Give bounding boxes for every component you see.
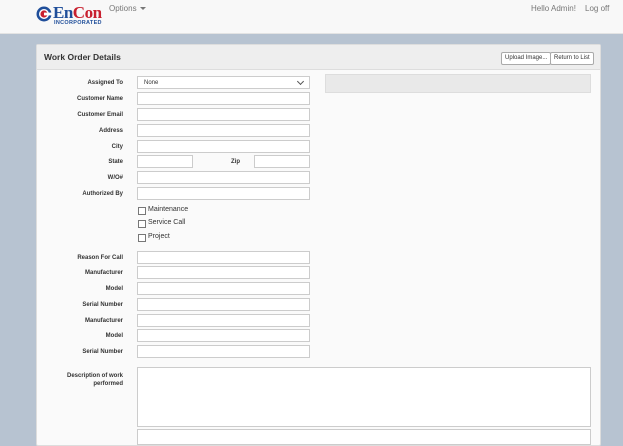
model-label: Model: [105, 286, 123, 292]
options-menu[interactable]: Options: [109, 4, 146, 13]
assigned-to-value: None: [144, 80, 159, 86]
maintenance-checkbox[interactable]: [138, 207, 146, 215]
customer-name-input[interactable]: [137, 92, 310, 105]
image-preview-area: [325, 74, 591, 93]
work-order-panel: Work Order Details Upload Image... Retur…: [36, 44, 601, 446]
upload-image-button[interactable]: Upload Image...: [501, 52, 552, 65]
manufacturer-2-input[interactable]: [137, 314, 310, 327]
service-call-checkbox-label: Service Call: [148, 219, 186, 226]
model-input[interactable]: [137, 282, 310, 295]
zip-label: Zip: [231, 159, 240, 165]
top-navbar: EnCon INCORPORATED Options Hello Admin! …: [0, 0, 623, 34]
hello-user-link[interactable]: Hello Admin!: [531, 4, 576, 13]
chevron-down-icon: [296, 77, 305, 86]
serial-number-input[interactable]: [137, 298, 310, 311]
address-input[interactable]: [137, 124, 310, 137]
reason-for-call-label: Reason For Call: [77, 255, 123, 261]
logoff-link[interactable]: Log off: [585, 4, 609, 13]
serial-number-label: Serial Number: [82, 302, 123, 308]
description-label-line2: performed: [93, 381, 123, 387]
wo-number-label: W/O#: [107, 175, 123, 181]
authorized-by-input[interactable]: [137, 187, 310, 200]
assigned-to-select[interactable]: None: [137, 76, 310, 89]
manufacturer-2-label: Manufacturer: [84, 318, 123, 324]
page-title: Work Order Details: [44, 52, 121, 62]
customer-name-label: Customer Name: [76, 96, 123, 102]
manufacturer-input[interactable]: [137, 266, 310, 279]
description-label: Description of work: [66, 373, 123, 379]
project-checkbox[interactable]: [138, 234, 146, 242]
city-input[interactable]: [137, 140, 310, 153]
serial-number-2-input[interactable]: [137, 345, 310, 358]
customer-email-input[interactable]: [137, 108, 310, 121]
return-to-list-button[interactable]: Return to List: [550, 52, 594, 65]
model-2-input[interactable]: [137, 329, 310, 342]
city-label: City: [111, 144, 123, 150]
logo-subtitle: INCORPORATED: [54, 20, 102, 26]
state-label: State: [108, 159, 123, 165]
service-call-checkbox[interactable]: [138, 220, 146, 228]
wo-number-input[interactable]: [137, 171, 310, 184]
reason-for-call-input[interactable]: [137, 251, 310, 264]
zip-input[interactable]: [254, 155, 310, 168]
customer-email-label: Customer Email: [77, 112, 123, 118]
project-checkbox-label: Project: [148, 233, 170, 240]
address-label: Address: [98, 128, 123, 134]
assigned-to-label: Assigned To: [87, 80, 123, 86]
authorized-by-label: Authorized By: [82, 191, 123, 197]
additional-textarea[interactable]: [137, 429, 591, 445]
panel-heading: Work Order Details Upload Image... Retur…: [37, 45, 600, 70]
options-menu-label: Options: [109, 4, 137, 13]
caret-down-icon: [139, 7, 146, 11]
maintenance-checkbox-label: Maintenance: [148, 206, 189, 213]
manufacturer-label: Manufacturer: [84, 270, 123, 276]
serial-number-2-label: Serial Number: [82, 349, 123, 355]
encon-logo-icon: [36, 6, 52, 22]
model-2-label: Model: [105, 333, 123, 339]
description-textarea[interactable]: [137, 367, 591, 427]
